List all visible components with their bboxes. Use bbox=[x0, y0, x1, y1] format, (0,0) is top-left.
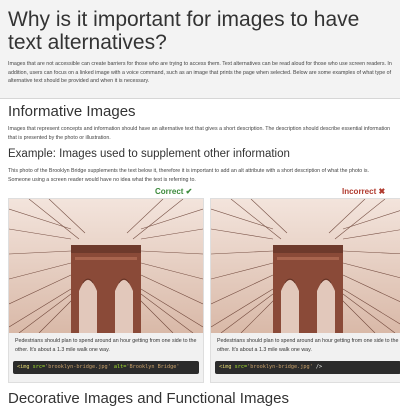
page-header: Why is it important for images to have t… bbox=[0, 0, 400, 99]
correct-example-card: Pedestrians should plan to spend around … bbox=[8, 198, 204, 383]
code-snippet-incorrect: <img src='brooklyn-bridge.jpg' /> bbox=[215, 361, 400, 374]
intro-paragraph: Images that are not accessible can creat… bbox=[8, 61, 392, 84]
photo-caption: Pedestrians should plan to spend around … bbox=[217, 338, 399, 353]
photo-caption: Pedestrians should plan to spend around … bbox=[15, 338, 197, 353]
code-snippet-correct: <img src='brooklyn-bridge.jpg' alt='Broo… bbox=[13, 361, 199, 374]
example-heading: Example: Images used to supplement other… bbox=[8, 148, 290, 160]
correct-label: Correct ✔ bbox=[155, 187, 193, 196]
section-heading-decorative: Decorative Images and Functional Images bbox=[8, 390, 289, 407]
page-title: Why is it important for images to have t… bbox=[8, 8, 360, 54]
bridge-photo-icon bbox=[9, 199, 203, 333]
section-description: Images that represent concepts and infor… bbox=[8, 126, 391, 141]
bridge-photo-icon bbox=[211, 199, 400, 333]
incorrect-label: Incorrect ✖ bbox=[342, 187, 386, 196]
section-heading-informative: Informative Images bbox=[8, 103, 136, 120]
incorrect-example-card: Pedestrians should plan to spend around … bbox=[210, 198, 400, 383]
example-description: This photo of the Brooklyn Bridge supple… bbox=[8, 168, 369, 183]
